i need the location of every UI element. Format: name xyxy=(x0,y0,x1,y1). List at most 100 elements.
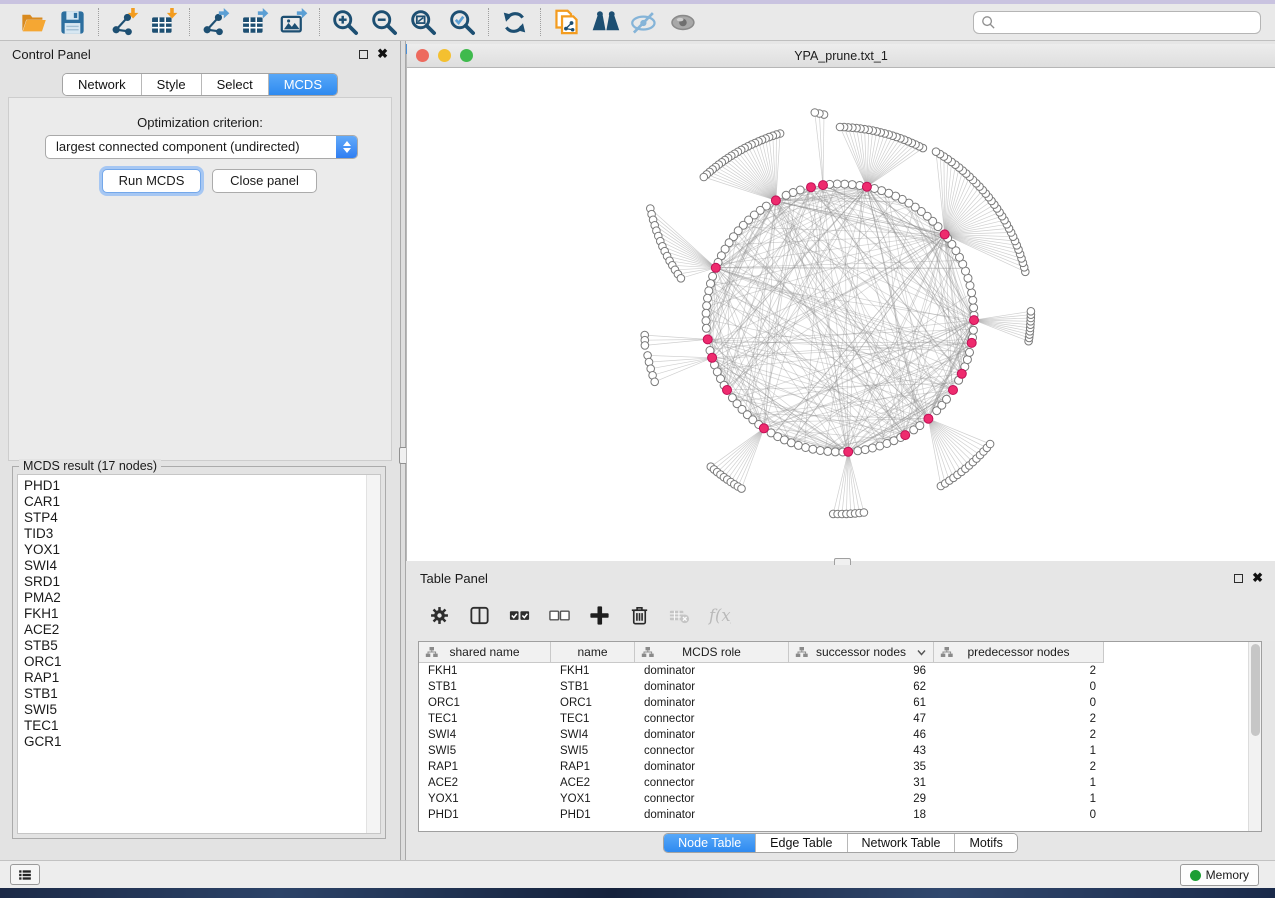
cell-MCDS-role[interactable]: connector xyxy=(635,775,789,791)
cell-MCDS-role[interactable]: dominator xyxy=(635,695,789,711)
export-network-icon[interactable] xyxy=(201,8,230,37)
window-minimize-light[interactable] xyxy=(438,49,451,62)
mcds-result-item[interactable]: PHD1 xyxy=(24,478,366,494)
zoom-fit-icon[interactable] xyxy=(409,8,438,37)
cell-predecessor-nodes[interactable]: 2 xyxy=(934,711,1104,727)
hide-selected-icon[interactable] xyxy=(630,8,659,37)
tab-network-table[interactable]: Network Table xyxy=(847,834,955,852)
cell-name[interactable]: STB1 xyxy=(551,679,635,695)
cell-successor-nodes[interactable]: 35 xyxy=(789,759,934,775)
table-row[interactable]: ORC1ORC1dominator610 xyxy=(419,695,1248,711)
column-header-name[interactable]: name xyxy=(551,642,635,662)
deselect-all-checkboxes-icon[interactable] xyxy=(548,604,571,627)
delete-columns-icon[interactable] xyxy=(628,604,651,627)
cell-MCDS-role[interactable]: connector xyxy=(635,711,789,727)
table-row[interactable]: RAP1RAP1dominator352 xyxy=(419,759,1248,775)
cell-shared-name[interactable]: FKH1 xyxy=(419,663,551,679)
show-columns-icon[interactable] xyxy=(468,604,491,627)
network-window-titlebar[interactable]: YPA_prune.txt_1 xyxy=(407,44,1275,68)
mcds-result-item[interactable]: SWI4 xyxy=(24,558,366,574)
cell-successor-nodes[interactable]: 46 xyxy=(789,727,934,743)
cell-predecessor-nodes[interactable]: 0 xyxy=(934,695,1104,711)
float-table-panel-icon[interactable] xyxy=(1234,574,1243,583)
table-row[interactable]: SWI4SWI4dominator462 xyxy=(419,727,1248,743)
zoom-selected-icon[interactable] xyxy=(448,8,477,37)
search-box[interactable] xyxy=(973,11,1261,34)
cell-predecessor-nodes[interactable]: 2 xyxy=(934,727,1104,743)
table-row[interactable]: STB1STB1dominator620 xyxy=(419,679,1248,695)
cell-name[interactable]: RAP1 xyxy=(551,759,635,775)
zoom-out-icon[interactable] xyxy=(370,8,399,37)
cell-shared-name[interactable]: STB1 xyxy=(419,679,551,695)
cell-name[interactable]: ACE2 xyxy=(551,775,635,791)
close-panel-button[interactable]: Close panel xyxy=(212,169,317,193)
import-network-icon[interactable] xyxy=(110,8,139,37)
tab-style[interactable]: Style xyxy=(141,74,201,95)
cell-predecessor-nodes[interactable]: 1 xyxy=(934,743,1104,759)
cell-successor-nodes[interactable]: 61 xyxy=(789,695,934,711)
table-row[interactable]: TEC1TEC1connector472 xyxy=(419,711,1248,727)
column-header-MCDS-role[interactable]: MCDS role xyxy=(635,642,789,662)
cell-shared-name[interactable]: ORC1 xyxy=(419,695,551,711)
cell-shared-name[interactable]: SWI5 xyxy=(419,743,551,759)
tab-motifs[interactable]: Motifs xyxy=(954,834,1016,852)
search-input[interactable] xyxy=(1000,13,1260,32)
mcds-result-item[interactable]: STP4 xyxy=(24,510,366,526)
cell-shared-name[interactable]: PHD1 xyxy=(419,807,551,823)
cell-predecessor-nodes[interactable]: 0 xyxy=(934,807,1104,823)
mcds-result-item[interactable]: TID3 xyxy=(24,526,366,542)
show-all-icon[interactable] xyxy=(669,8,698,37)
table-scrollbar-thumb[interactable] xyxy=(1251,644,1260,736)
cell-predecessor-nodes[interactable]: 2 xyxy=(934,663,1104,679)
cell-successor-nodes[interactable]: 43 xyxy=(789,743,934,759)
mcds-result-item[interactable]: CAR1 xyxy=(24,494,366,510)
cell-MCDS-role[interactable]: dominator xyxy=(635,807,789,823)
memory-button[interactable]: Memory xyxy=(1180,864,1259,886)
mcds-result-list[interactable]: PHD1CAR1STP4TID3YOX1SWI4SRD1PMA2FKH1ACE2… xyxy=(18,475,366,833)
network-canvas[interactable] xyxy=(407,68,1275,560)
tab-network[interactable]: Network xyxy=(63,74,141,95)
mcds-result-item[interactable]: SRD1 xyxy=(24,574,366,590)
optimization-criterion-select[interactable]: largest connected component (undirected) xyxy=(45,135,358,159)
cell-predecessor-nodes[interactable]: 1 xyxy=(934,775,1104,791)
table-row[interactable]: YOX1YOX1connector291 xyxy=(419,791,1248,807)
sort-chevron-icon[interactable] xyxy=(917,649,926,656)
mcds-result-item[interactable]: GCR1 xyxy=(24,734,366,750)
cell-MCDS-role[interactable]: dominator xyxy=(635,759,789,775)
cell-MCDS-role[interactable]: dominator xyxy=(635,679,789,695)
result-list-scrollbar[interactable] xyxy=(366,475,380,833)
mcds-result-item[interactable]: YOX1 xyxy=(24,542,366,558)
cell-name[interactable]: ORC1 xyxy=(551,695,635,711)
cell-successor-nodes[interactable]: 47 xyxy=(789,711,934,727)
column-header-shared-name[interactable]: shared name xyxy=(419,642,551,662)
run-mcds-button[interactable]: Run MCDS xyxy=(102,169,201,193)
close-table-panel-icon[interactable]: ✖ xyxy=(1252,573,1263,583)
cell-successor-nodes[interactable]: 62 xyxy=(789,679,934,695)
export-image-icon[interactable] xyxy=(279,8,308,37)
cell-MCDS-role[interactable]: connector xyxy=(635,743,789,759)
window-close-light[interactable] xyxy=(416,49,429,62)
refresh-icon[interactable] xyxy=(500,8,529,37)
create-column-icon[interactable] xyxy=(588,604,611,627)
table-row[interactable]: FKH1FKH1dominator962 xyxy=(419,663,1248,679)
cell-predecessor-nodes[interactable]: 0 xyxy=(934,679,1104,695)
table-row[interactable]: SWI5SWI5connector431 xyxy=(419,743,1248,759)
cell-successor-nodes[interactable]: 29 xyxy=(789,791,934,807)
cell-MCDS-role[interactable]: dominator xyxy=(635,727,789,743)
mcds-result-item[interactable]: RAP1 xyxy=(24,670,366,686)
mcds-result-item[interactable]: STB1 xyxy=(24,686,366,702)
mcds-result-item[interactable]: ORC1 xyxy=(24,654,366,670)
export-table-icon[interactable] xyxy=(240,8,269,37)
window-maximize-light[interactable] xyxy=(460,49,473,62)
cell-shared-name[interactable]: YOX1 xyxy=(419,791,551,807)
mcds-result-item[interactable]: STB5 xyxy=(24,638,366,654)
zoom-in-icon[interactable] xyxy=(331,8,360,37)
cell-successor-nodes[interactable]: 31 xyxy=(789,775,934,791)
first-neighbors-icon[interactable] xyxy=(591,8,620,37)
cell-MCDS-role[interactable]: connector xyxy=(635,791,789,807)
save-session-icon[interactable] xyxy=(58,8,87,37)
show-panels-button[interactable] xyxy=(10,864,40,885)
mcds-result-item[interactable]: TEC1 xyxy=(24,718,366,734)
table-scrollbar[interactable] xyxy=(1248,642,1261,831)
cell-name[interactable]: SWI5 xyxy=(551,743,635,759)
